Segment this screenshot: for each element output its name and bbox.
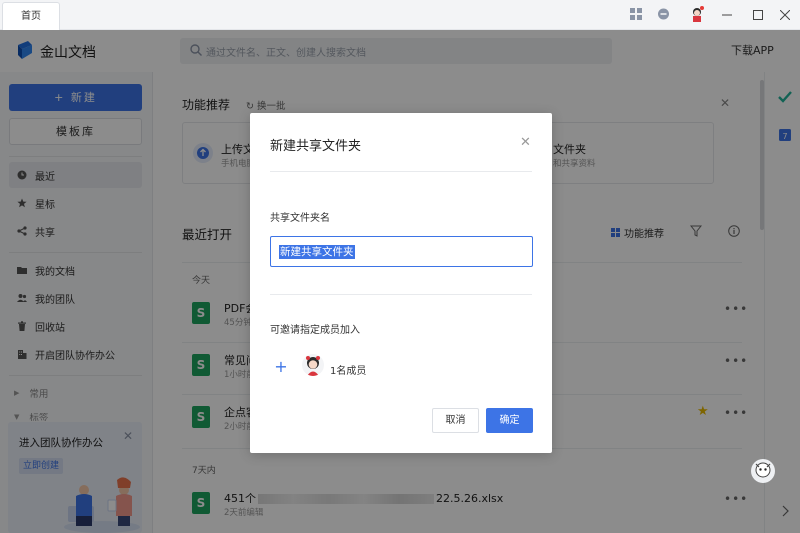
close-icon[interactable]: ✕: [520, 135, 531, 150]
member-count: 1名成员: [330, 366, 367, 377]
dialog-divider: [270, 171, 532, 172]
title-bar: 首页: [0, 0, 800, 30]
confirm-button[interactable]: 确定: [486, 408, 533, 433]
tab-home[interactable]: 首页: [2, 2, 60, 30]
apps-grid-icon[interactable]: [628, 6, 644, 22]
folder-name-input[interactable]: 新建共享文件夹: [270, 236, 533, 267]
cancel-button[interactable]: 取消: [432, 408, 479, 433]
dialog-title: 新建共享文件夹: [270, 139, 362, 154]
folder-name-label: 共享文件夹名: [270, 213, 330, 224]
folder-name-value: 新建共享文件夹: [279, 245, 355, 259]
close-icon[interactable]: [770, 0, 800, 30]
dialog-divider: [270, 294, 532, 295]
minimize-icon[interactable]: [712, 0, 742, 30]
avatar-icon[interactable]: [689, 6, 705, 22]
maximize-icon[interactable]: [743, 0, 773, 30]
modal-overlay-header: [0, 30, 800, 72]
add-member-button[interactable]: +: [270, 357, 292, 379]
assistant-mascot-icon[interactable]: [750, 458, 776, 486]
chat-icon[interactable]: [655, 6, 671, 22]
new-shared-folder-dialog: 新建共享文件夹 ✕ 共享文件夹名 新建共享文件夹 可邀请指定成员加入 + 1名成…: [250, 113, 552, 453]
invite-label: 可邀请指定成员加入: [270, 325, 360, 336]
avatar: [302, 354, 324, 376]
